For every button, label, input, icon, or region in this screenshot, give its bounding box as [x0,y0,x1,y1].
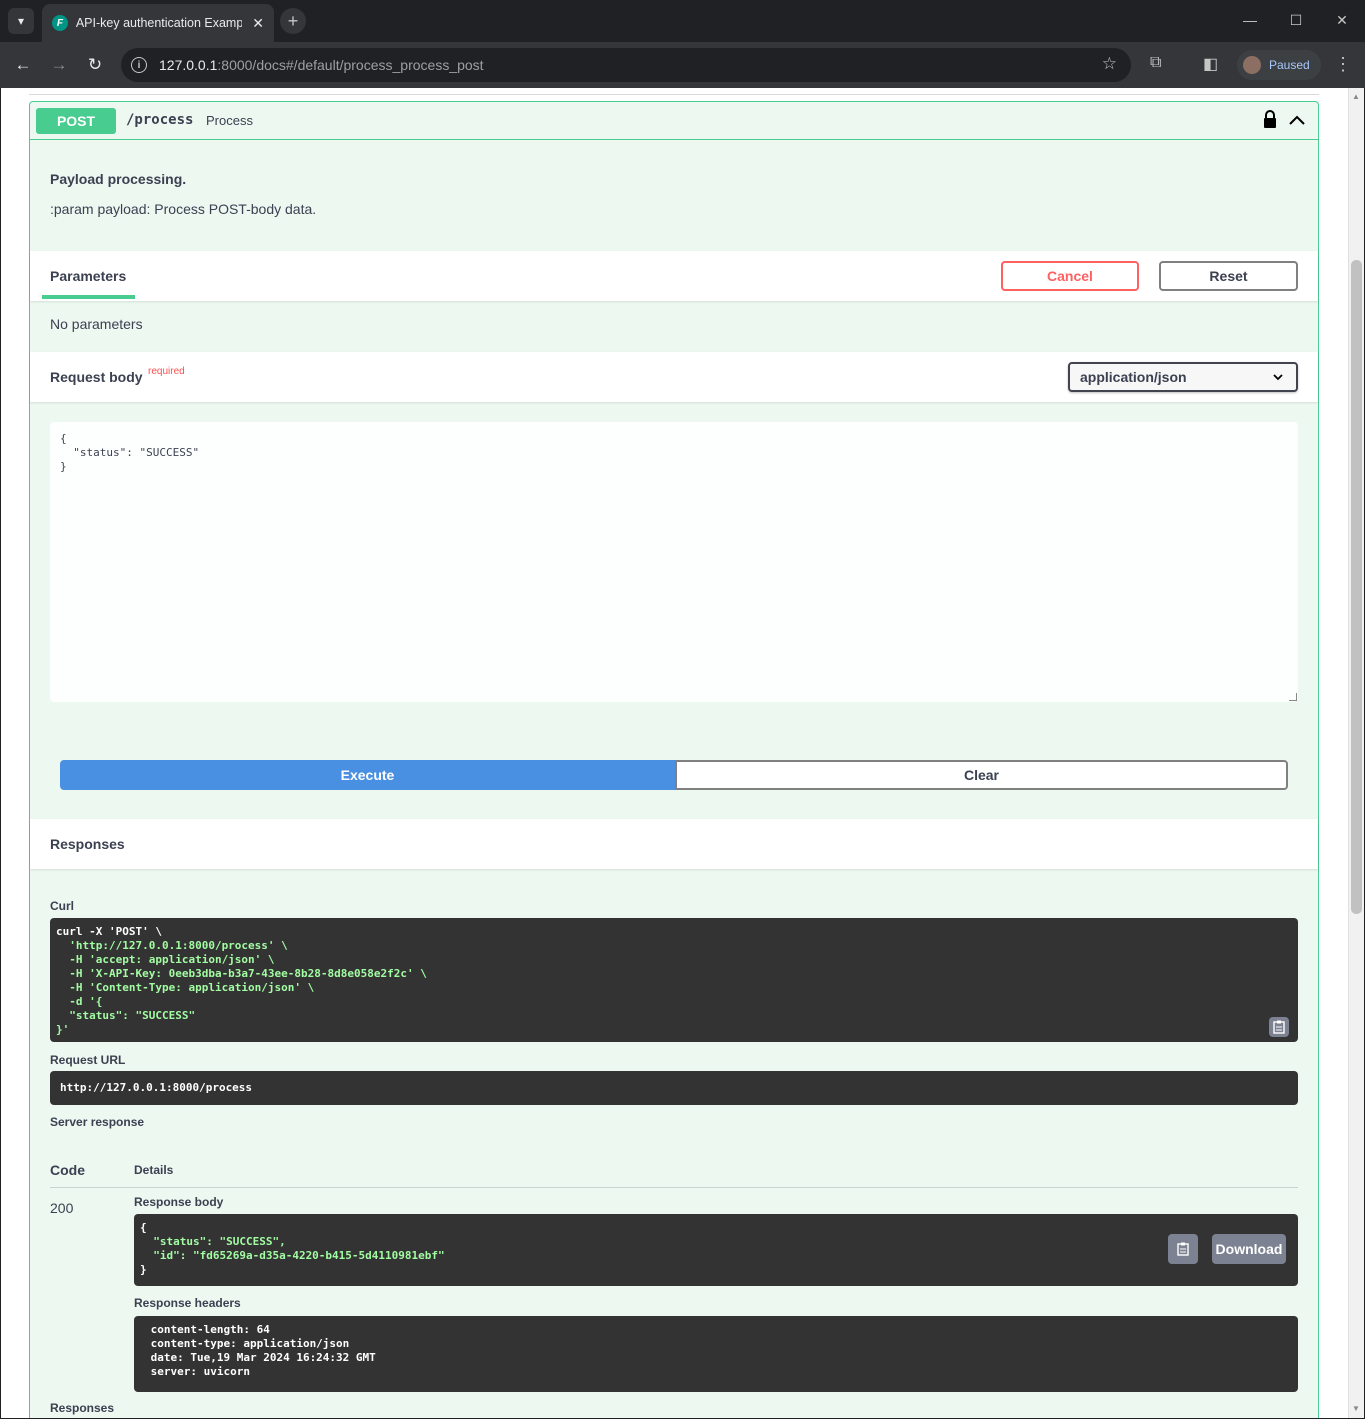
browser-toolbar: ← → ↻ i 127.0.0.1:8000/docs#/default/pro… [0,42,1365,88]
endpoint-summary: Process [206,113,253,128]
server-response-label: Server response [50,1115,145,1129]
request-body-editor[interactable]: { "status": "SUCCESS" } [50,422,1298,702]
new-tab-button[interactable]: + [280,8,306,34]
scroll-up-icon[interactable]: ▲ [1352,92,1360,101]
avatar [1243,56,1261,74]
response-body-label: Response body [134,1195,224,1209]
required-marker: required [148,366,185,377]
active-tab-indicator [42,295,135,299]
clipboard-icon [1273,1020,1285,1034]
parameters-header: Parameters Cancel Reset [30,251,1318,301]
header-line: content-length: 64 [144,1323,277,1336]
request-body-title: Request body [50,369,143,385]
curl-label: Curl [50,899,74,913]
response-line: } [140,1263,147,1276]
curl-code-block[interactable]: curl -X 'POST' \ 'http://127.0.0.1:8000/… [50,918,1298,1042]
copy-response-button[interactable] [1168,1234,1198,1264]
extensions-puzzle-icon[interactable]: ⧉ [1150,54,1161,72]
browser-tab-strip: ▾ F API-key authentication Example ✕ + —… [0,0,1365,42]
tab-parameters[interactable]: Parameters [50,268,126,284]
copy-curl-button[interactable] [1269,1017,1289,1037]
url-path: :8000/docs#/default/process_process_post [217,57,484,73]
address-bar[interactable]: i 127.0.0.1:8000/docs#/default/process_p… [121,48,1131,82]
response-body-block[interactable]: { "status": "SUCCESS", "id": "fd65269a-d… [134,1214,1298,1286]
more-menu-icon[interactable]: ⋮ [1334,54,1352,75]
header-line: date: Tue,19 Mar 2024 16:24:32 GMT [144,1351,383,1364]
opblock-summary[interactable]: POST /process Process [30,102,1318,140]
response-status-code: 200 [50,1200,74,1216]
profile-button[interactable]: Paused [1237,50,1321,80]
response-headers-label: Response headers [134,1296,241,1310]
reset-button[interactable]: Reset [1159,261,1298,291]
endpoint-path: /process [126,112,194,128]
details-column-header: Details [134,1163,174,1177]
resize-handle-icon[interactable] [1289,693,1297,701]
clear-button[interactable]: Clear [675,760,1288,790]
header-line: server: uvicorn [144,1365,257,1378]
responses-title: Responses [50,836,125,852]
page-scrollbar[interactable]: ▲ ▼ [1348,88,1364,1418]
request-url-label: Request URL [50,1053,126,1067]
url-host: 127.0.0.1 [159,57,218,73]
side-panel-icon[interactable]: ◧ [1203,54,1218,74]
divider [29,94,1319,95]
maximize-icon[interactable]: ☐ [1273,0,1319,40]
response-headers-block[interactable]: content-length: 64 content-type: applica… [134,1316,1298,1392]
execute-wrapper: Execute Clear [60,760,1288,790]
responses-header: Responses [30,819,1318,869]
back-arrow-icon[interactable]: ← [11,53,35,77]
clipboard-icon [1177,1242,1189,1256]
scroll-down-icon[interactable]: ▼ [1352,1404,1360,1413]
fastapi-favicon-icon: F [52,15,68,31]
curl-line: -d '{ [56,995,103,1008]
tab-title: API-key authentication Example [75,16,243,30]
request-url-block[interactable]: http://127.0.0.1:8000/process [50,1071,1298,1105]
swagger-page: POST /process Process Payload processing… [1,88,1348,1418]
responses-footer-label: Responses [50,1401,115,1415]
no-parameters-text: No parameters [50,316,143,332]
reload-icon[interactable]: ↻ [83,53,107,77]
close-tab-icon[interactable]: ✕ [252,15,264,32]
description-title: Payload processing. [50,171,187,187]
lock-icon[interactable] [1263,110,1277,128]
code-column-header: Code [50,1162,85,1178]
chevron-down-icon: ▾ [17,14,25,28]
profile-status: Paused [1269,58,1310,72]
response-line: "status": "SUCCESS", [140,1235,286,1248]
bookmark-star-icon[interactable]: ☆ [1102,54,1117,74]
header-line: content-type: application/json [144,1337,356,1350]
request-body-header: Request body required application/json [30,352,1318,402]
minimize-icon[interactable]: — [1227,0,1273,40]
curl-line: -H 'X-API-Key: 0eeb3dba-b3a7-43ee-8b28-8… [56,967,427,980]
curl-line: "status": "SUCCESS" [56,1009,196,1022]
curl-line: -H 'Content-Type: application/json' \ [56,981,315,994]
curl-line: curl -X 'POST' \ [56,925,162,938]
download-button[interactable]: Download [1212,1234,1286,1264]
responses-table-header: Code Details [50,1162,1298,1188]
chevron-down-icon [1273,374,1283,381]
opblock-post-process: POST /process Process Payload processing… [29,101,1319,1418]
scroll-thumb[interactable] [1351,260,1362,914]
forward-arrow-icon[interactable]: → [47,53,71,77]
browser-tab[interactable]: F API-key authentication Example ✕ [42,4,274,42]
curl-line: -H 'accept: application/json' \ [56,953,275,966]
curl-line: }' [56,1023,70,1036]
response-line: "id": "fd65269a-d35a-4220-b415-5d4110981… [140,1249,445,1262]
execute-button[interactable]: Execute [60,760,675,790]
url-text: 127.0.0.1:8000/docs#/default/process_pro… [159,57,484,73]
close-window-icon[interactable]: ✕ [1319,0,1365,40]
content-type-value: application/json [1080,369,1187,385]
tab-search-button[interactable]: ▾ [8,8,34,34]
response-line: { [140,1221,147,1234]
site-info-icon[interactable]: i [131,57,147,73]
content-type-select[interactable]: application/json [1068,362,1298,392]
http-method-badge: POST [36,108,116,134]
window-controls: — ☐ ✕ [1227,0,1365,40]
description-text: :param payload: Process POST-body data. [50,201,317,217]
curl-line: 'http://127.0.0.1:8000/process' \ [56,939,288,952]
cancel-button[interactable]: Cancel [1001,261,1139,291]
chevron-up-icon[interactable] [1287,110,1307,130]
